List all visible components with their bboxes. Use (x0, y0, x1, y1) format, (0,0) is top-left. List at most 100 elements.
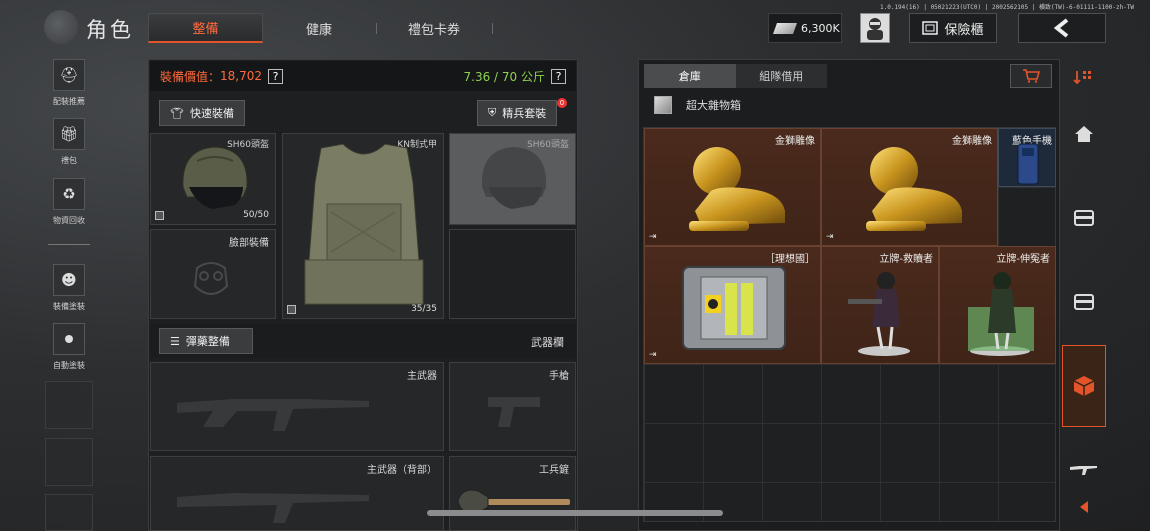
gift-icon: 🎁︎ (53, 118, 85, 150)
loadout-value-amount: 18,702 (220, 69, 263, 83)
slot-label: 手槍 (549, 371, 569, 382)
cash-icon (772, 22, 798, 34)
tab-divider (492, 23, 493, 34)
stash-grid[interactable]: 金獅雕像 ⇥ 金獅雕像 ⇥ 藍色手機 ［理想國］ ⇥ 立牌-救贖者 立牌-伸冤者 (643, 127, 1056, 522)
gold-lion-statue-icon (689, 147, 785, 231)
pistol-silhouette-icon (488, 397, 540, 427)
sidebar-empty-slot (45, 494, 93, 531)
weapon-bar-label: 武器欄 (531, 336, 564, 349)
globe-logo-icon (44, 10, 78, 44)
sidebar-item-label: 禮包 (61, 156, 77, 165)
safe-button[interactable]: 保險櫃 (909, 13, 997, 43)
stash-tabs: 倉庫 組隊借用 (644, 64, 827, 88)
slot-label: 工兵鏟 (539, 465, 569, 476)
sidebar-item-loadout-recommend[interactable]: ⛑ 配裝推薦 (48, 59, 90, 107)
sidebar-divider (48, 244, 90, 245)
loadout-value-label: 裝備價值： (160, 69, 221, 84)
armor-slot[interactable]: KN制式甲 35/35 (282, 133, 444, 319)
character-standee-icon (968, 272, 1034, 356)
quick-equip-button[interactable]: 👕︎ 快速裝備 (159, 100, 245, 126)
value-help-button[interactable]: ? (268, 68, 284, 84)
empty-slot (449, 229, 576, 319)
sidebar-item-label: 自動塗裝 (53, 361, 85, 370)
hazard-crate-icon (682, 266, 786, 350)
tab-health[interactable]: 健康 (270, 13, 368, 43)
currency-value: 6,300K (801, 21, 840, 35)
quick-equip-label: 快速裝備 (189, 107, 234, 120)
tab-warehouse[interactable]: 倉庫 (644, 64, 736, 88)
tab-divider (376, 23, 377, 34)
shirt-icon: 👕︎ (170, 106, 184, 120)
stash-item-standee-redeemer[interactable]: 立牌-救贖者 (821, 246, 939, 364)
sort-button[interactable] (1062, 59, 1106, 95)
home-icon (1075, 126, 1093, 142)
loadout-value-bar: 裝備價值： 18,702 ? 7.36 / 70 公斤 ? (150, 61, 576, 91)
storage-box-icon (1074, 294, 1094, 310)
collapse-button[interactable] (1062, 491, 1106, 523)
sort-icon (1073, 71, 1091, 85)
weapon-filter-button[interactable] (1062, 449, 1106, 489)
box-icon (654, 96, 672, 114)
tab-team-borrow[interactable]: 組隊借用 (735, 64, 827, 88)
sidebar-item-skins[interactable]: ☻ 裝備塗裝 (48, 264, 90, 312)
ammo-icon: ☰ (170, 334, 180, 348)
gas-mask-icon (193, 262, 229, 295)
currency-display[interactable]: 6,300K (768, 13, 842, 43)
helmet-icon (182, 146, 248, 209)
helmet-durability: 50/50 (243, 210, 269, 220)
helmet-ghost-icon (481, 147, 547, 209)
sidebar-item-label: 裝備塗裝 (53, 302, 85, 311)
blue-phone-icon (1017, 143, 1039, 185)
right-rail (1062, 59, 1106, 531)
sidebar-item-gift[interactable]: 🎁︎ 禮包 (48, 118, 90, 166)
safe-icon (922, 21, 939, 35)
sidebar-item-label: 配裝推薦 (53, 97, 85, 106)
storage-button-1[interactable] (1062, 185, 1106, 251)
chevron-left-icon (1053, 18, 1069, 38)
sidebar-item-recycle[interactable]: ♻ 物資回收 (48, 178, 90, 226)
sidebar-item-auto-skin[interactable]: 自動塗裝 (48, 323, 90, 371)
recycle-icon: ♻ (53, 178, 85, 210)
elite-set-button[interactable]: ⛨ 精兵套裝 (477, 100, 558, 126)
body-armor-icon (304, 143, 424, 305)
weight-help-button[interactable]: ? (551, 68, 566, 84)
helmet-preview-slot[interactable]: SH60頭盔 (449, 133, 576, 225)
slot-label: 主武器（背部） (367, 465, 437, 476)
pistol-slot[interactable]: 手槍 (449, 362, 576, 451)
stash-item-gold-lion[interactable]: 金獅雕像 ⇥ (821, 128, 998, 246)
stash-item-crate[interactable]: ［理想國］ ⇥ (644, 246, 821, 364)
tab-equip[interactable]: 整備 (148, 13, 263, 43)
helmet-gear-icon: ⛑ (53, 59, 85, 91)
shovel-icon (457, 489, 570, 515)
large-crate-button[interactable] (1062, 345, 1106, 427)
operator-avatar-button[interactable] (860, 13, 890, 43)
rifle-silhouette-icon (177, 399, 369, 431)
version-text: 1.0.194(16) | 05021223(UTC0) | 200256210… (880, 4, 1135, 11)
stash-category[interactable]: 超大雜物箱 (654, 96, 741, 114)
stash-item-blue-phone[interactable]: 藍色手機 (998, 128, 1056, 187)
horizontal-scrollbar[interactable] (427, 510, 723, 516)
tool-slot[interactable]: 工兵鏟 (449, 456, 576, 531)
cart-button[interactable] (1010, 64, 1052, 88)
helmet-slot[interactable]: SH60頭盔 50/50 (150, 133, 276, 225)
back-button[interactable] (1018, 13, 1106, 43)
slot-label: 臉部裝備 (229, 238, 269, 249)
storage-button-2[interactable] (1062, 269, 1106, 335)
rifle-icon (1070, 466, 1097, 475)
paint-mask-icon: ☻ (53, 264, 85, 296)
stash-item-gold-lion[interactable]: 金獅雕像 ⇥ (644, 128, 821, 246)
cart-icon (1023, 69, 1040, 83)
character-standee-icon (848, 272, 910, 356)
item-label: 立牌-救贖者 (879, 254, 933, 265)
stash-item-standee-avenger[interactable]: 立牌-伸冤者 (939, 246, 1056, 364)
sidebar-empty-slot (45, 381, 93, 429)
cube-icon (287, 305, 296, 314)
primary-weapon-slot[interactable]: 主武器 (150, 362, 444, 451)
tab-gift-vouchers[interactable]: 禮包卡券 (382, 13, 486, 43)
ammo-prep-button[interactable]: ☰ 彈藥整備 (159, 328, 253, 354)
face-slot[interactable]: 臉部裝備 (150, 229, 276, 319)
elite-set-label: 精兵套裝 (502, 107, 547, 120)
home-button[interactable] (1062, 101, 1106, 167)
back-weapon-slot[interactable]: 主武器（背部） (150, 456, 444, 531)
safe-label: 保險櫃 (944, 22, 984, 38)
